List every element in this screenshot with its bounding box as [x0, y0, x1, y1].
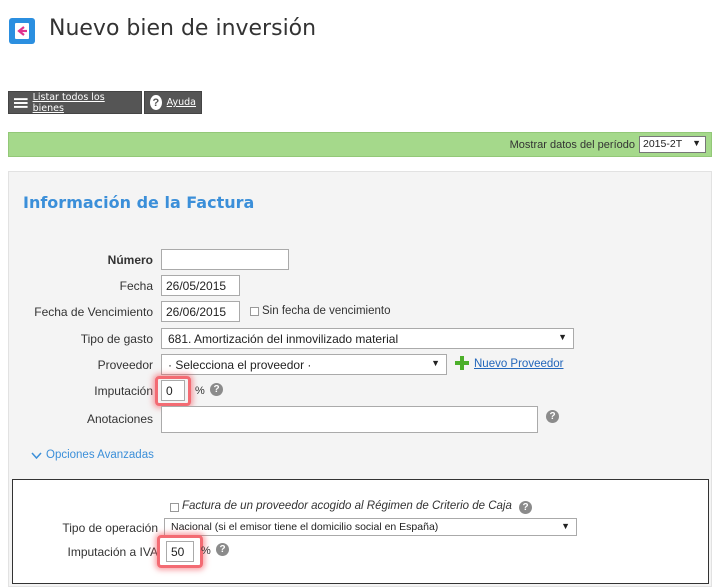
fecha-label: Fecha: [119, 279, 153, 293]
tipo-operacion-select[interactable]: Nacional (si el emisor tiene el domicili…: [164, 518, 577, 536]
anotaciones-help-icon[interactable]: ?: [546, 410, 559, 423]
tipo-gasto-value: 681. Amortización del inmovilizado mater…: [168, 332, 399, 346]
sin-fecha-label: Sin fecha de vencimiento: [262, 305, 391, 317]
sin-fecha-checkbox[interactable]: [250, 307, 259, 316]
anotaciones-label: Anotaciones: [86, 412, 153, 426]
period-label: Mostrar datos del período: [509, 139, 635, 151]
proveedor-value: · Selecciona el proveedor ·: [168, 358, 312, 372]
advanced-options-label: Opciones Avanzadas: [46, 449, 154, 461]
anotaciones-textarea[interactable]: [161, 406, 538, 433]
list-all-assets-label: Listar todos los bienes: [32, 91, 105, 114]
tipo-gasto-label: Tipo de gasto: [80, 332, 153, 346]
imputacion-help-icon[interactable]: ?: [210, 383, 223, 396]
chevron-down-icon: ▼: [431, 358, 440, 368]
help-label: Ayuda: [166, 97, 196, 108]
tipo-operacion-label: Tipo de operación: [62, 521, 158, 535]
tipo-gasto-select[interactable]: 681. Amortización del inmovilizado mater…: [161, 328, 574, 349]
imputacion-label: Imputación: [94, 384, 153, 398]
imputacion-iva-percent: %: [201, 545, 211, 557]
list-icon: [14, 97, 28, 108]
advanced-options-toggle[interactable]: Opciones Avanzadas: [31, 449, 154, 461]
criterio-caja-help-icon[interactable]: ?: [519, 501, 532, 514]
fecha-input[interactable]: 26/05/2015: [161, 275, 240, 296]
period-select[interactable]: 2015-2T ▼: [639, 136, 706, 153]
chevron-down-icon: [31, 451, 42, 459]
vencimiento-label: Fecha de Vencimiento: [34, 305, 153, 319]
page-title: Nuevo bien de inversión: [49, 16, 317, 41]
chevron-down-icon: ▼: [692, 138, 701, 148]
tipo-operacion-value: Nacional (si el emisor tiene el domicili…: [171, 521, 439, 533]
imputacion-percent: %: [195, 385, 205, 397]
proveedor-select[interactable]: · Selecciona el proveedor · ▼: [161, 354, 447, 375]
app-logo-icon: [9, 18, 35, 44]
criterio-caja-label: Factura de un proveedor acogido al Régim…: [182, 500, 512, 512]
period-select-value: 2015-2T: [643, 138, 683, 150]
plus-icon[interactable]: [455, 356, 469, 370]
chevron-down-icon: ▼: [558, 332, 567, 342]
vencimiento-input[interactable]: 26/06/2015: [161, 301, 240, 322]
chevron-down-icon: ▼: [561, 521, 570, 531]
imputacion-iva-help-icon[interactable]: ?: [216, 543, 229, 556]
help-icon: ?: [150, 95, 162, 110]
proveedor-label: Proveedor: [97, 358, 153, 372]
criterio-caja-checkbox[interactable]: [170, 503, 179, 512]
imputacion-iva-label: Imputación a IVA: [67, 545, 159, 559]
help-button[interactable]: ? Ayuda: [144, 91, 202, 114]
period-bar: Mostrar datos del período 2015-2T ▼: [8, 132, 712, 157]
section-title: Información de la Factura: [23, 193, 255, 212]
imputacion-iva-highlight: [157, 535, 203, 568]
numero-label: Número: [107, 253, 153, 267]
list-all-assets-button[interactable]: Listar todos los bienes: [8, 91, 142, 114]
imputacion-highlight: [155, 376, 191, 406]
nuevo-proveedor-link[interactable]: Nuevo Proveedor: [474, 358, 564, 370]
numero-input[interactable]: [161, 249, 289, 270]
